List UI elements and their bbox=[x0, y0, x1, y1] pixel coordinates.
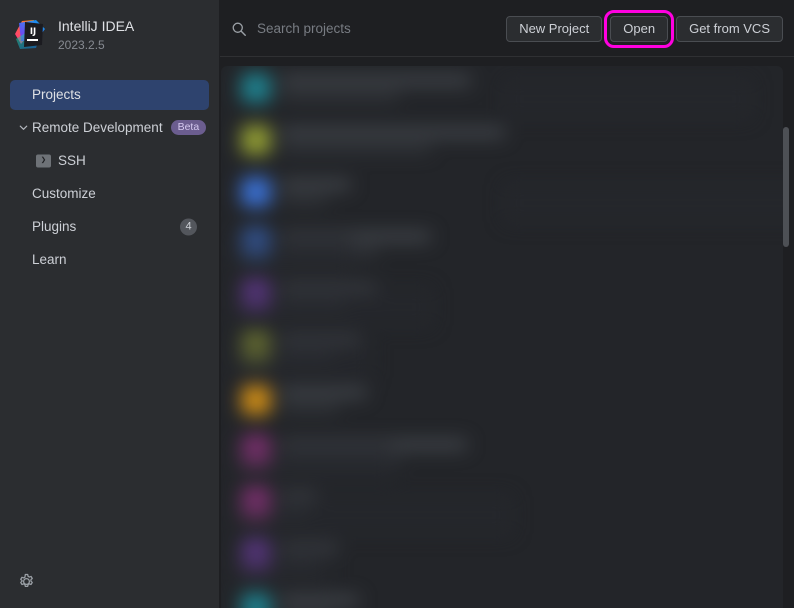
beta-badge: Beta bbox=[171, 120, 207, 136]
gear-icon[interactable] bbox=[15, 570, 37, 592]
project-row-plate bbox=[233, 286, 433, 328]
project-row-plate bbox=[503, 78, 753, 120]
app-name: IntelliJ IDEA bbox=[58, 18, 134, 36]
project-row-plate bbox=[233, 234, 353, 276]
project-path bbox=[281, 404, 339, 413]
open-button[interactable]: Open bbox=[610, 16, 668, 42]
project-avatar bbox=[241, 177, 271, 207]
project-name bbox=[281, 387, 367, 398]
toolbar-buttons: New Project Open Get from VCS bbox=[506, 16, 783, 42]
project-avatar bbox=[241, 125, 271, 155]
project-name bbox=[281, 127, 505, 138]
project-path bbox=[281, 196, 327, 205]
project-row-plate bbox=[233, 338, 373, 380]
sidebar-item-label: Projects bbox=[32, 87, 81, 102]
project-name bbox=[281, 75, 471, 86]
welcome-window: IJ IntelliJ IDEA 2023.2.5 Projects Remot bbox=[0, 0, 794, 608]
project-path bbox=[281, 144, 431, 153]
sidebar-item-label: Plugins bbox=[32, 219, 76, 234]
app-brand: IJ IntelliJ IDEA 2023.2.5 bbox=[0, 0, 219, 53]
project-list-item[interactable] bbox=[233, 586, 769, 608]
sidebar: IJ IntelliJ IDEA 2023.2.5 Projects Remot bbox=[0, 0, 220, 608]
sidebar-item-projects[interactable]: Projects bbox=[10, 80, 209, 110]
new-project-button[interactable]: New Project bbox=[506, 16, 602, 42]
app-version: 2023.2.5 bbox=[58, 38, 134, 53]
sidebar-item-remote-development[interactable]: Remote Development Beta bbox=[10, 113, 209, 143]
sidebar-item-label: Customize bbox=[32, 186, 96, 201]
chevron-down-icon bbox=[18, 113, 29, 143]
project-avatar bbox=[241, 385, 271, 415]
project-avatar bbox=[241, 73, 271, 103]
project-row-plate bbox=[233, 494, 513, 536]
project-list-pane bbox=[221, 66, 783, 608]
project-list-item[interactable] bbox=[233, 378, 769, 424]
search-icon bbox=[231, 21, 247, 37]
get-from-vcs-button[interactable]: Get from VCS bbox=[676, 16, 783, 42]
sidebar-item-label: Learn bbox=[32, 252, 67, 267]
sidebar-item-ssh[interactable]: ❯ SSH bbox=[10, 146, 209, 176]
toolbar: New Project Open Get from VCS bbox=[220, 0, 794, 57]
scrollbar-thumb[interactable] bbox=[783, 127, 789, 247]
project-name bbox=[281, 595, 359, 606]
project-path bbox=[281, 92, 399, 101]
search-box[interactable] bbox=[231, 21, 506, 37]
project-list-item[interactable] bbox=[233, 118, 769, 164]
project-list-scrollbar[interactable] bbox=[781, 119, 791, 604]
project-list-blurred-content bbox=[221, 66, 783, 608]
search-input[interactable] bbox=[257, 21, 467, 36]
project-row-plate bbox=[233, 546, 333, 588]
terminal-icon: ❯ bbox=[36, 154, 51, 167]
svg-text:IJ: IJ bbox=[30, 27, 36, 37]
project-avatar bbox=[241, 593, 271, 608]
main-panel: New Project Open Get from VCS bbox=[220, 0, 794, 608]
sidebar-item-label: Remote Development bbox=[32, 120, 163, 135]
sidebar-item-plugins[interactable]: Plugins 4 bbox=[10, 212, 209, 242]
sidebar-item-customize[interactable]: Customize bbox=[10, 179, 209, 209]
project-list[interactable] bbox=[220, 57, 794, 608]
project-row-plate bbox=[233, 442, 393, 484]
plugins-count-badge: 4 bbox=[180, 218, 197, 235]
sidebar-item-label: SSH bbox=[58, 153, 86, 168]
project-name bbox=[281, 179, 351, 190]
intellij-idea-logo-icon: IJ bbox=[14, 19, 46, 51]
sidebar-item-learn[interactable]: Learn bbox=[10, 245, 209, 275]
sidebar-nav: Projects Remote Development Beta ❯ SSH C… bbox=[0, 80, 219, 275]
project-row-plate bbox=[503, 182, 783, 224]
